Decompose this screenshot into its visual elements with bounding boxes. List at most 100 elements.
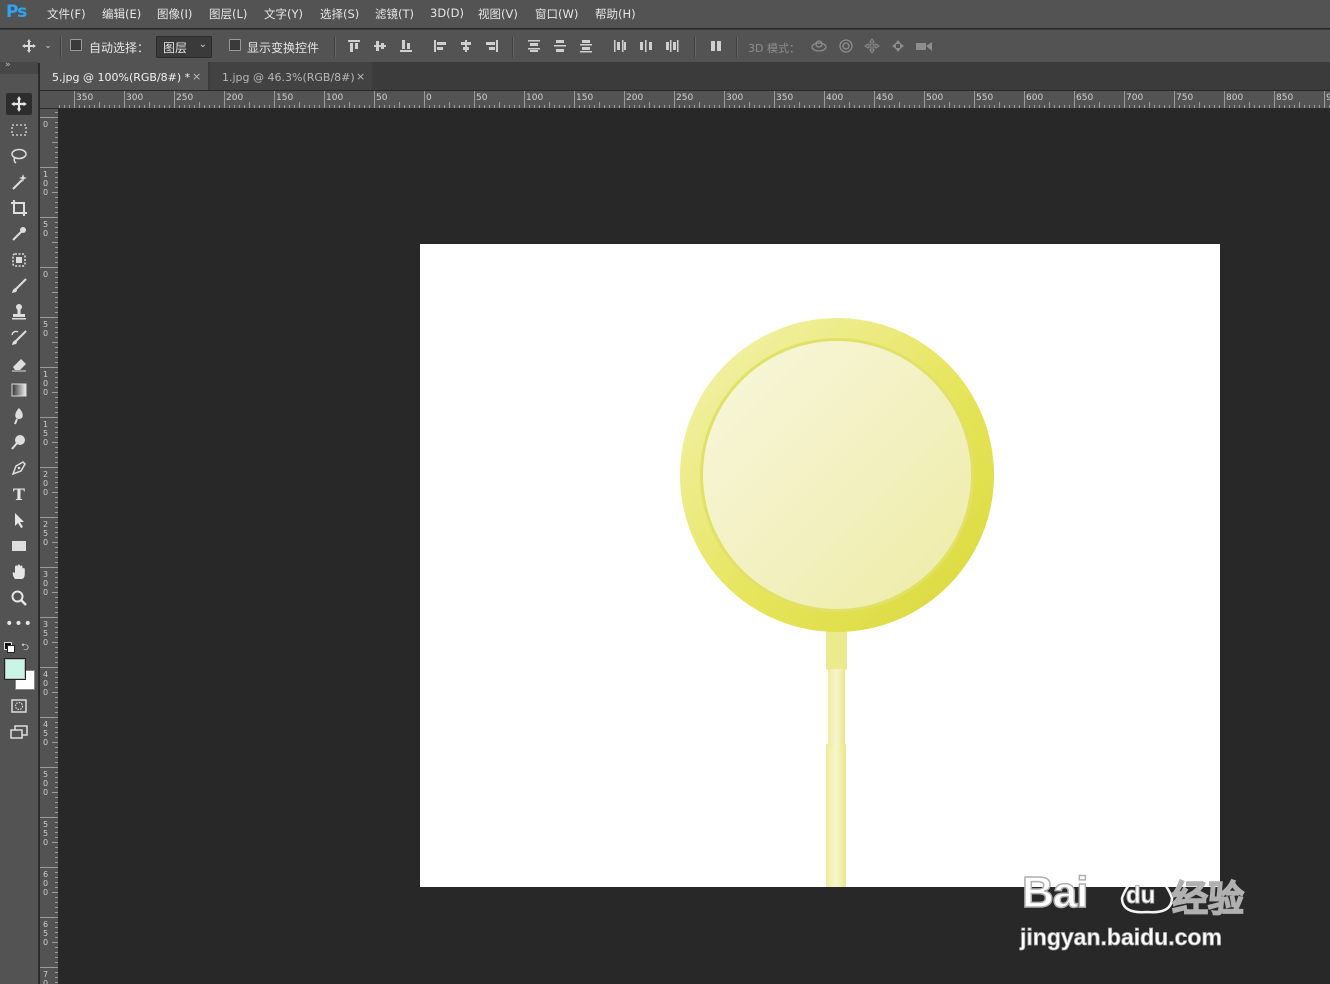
distribute-right-icon[interactable] [663, 37, 681, 55]
ruler-tick [1094, 105, 1095, 108]
ruler-tick [739, 105, 740, 108]
ruler-tick [55, 412, 58, 413]
screen-mode-tool[interactable] [6, 721, 32, 743]
double-chevron-icon[interactable]: » [5, 60, 11, 70]
tab-document-5[interactable]: 5.jpg @ 100%(RGB/8#) * × [40, 62, 208, 90]
more-tools[interactable]: ••• [5, 613, 32, 635]
crop-tool[interactable] [6, 197, 32, 219]
menu-select[interactable]: 选择(S) [320, 6, 359, 22]
tab-document-1[interactable]: 1.jpg @ 46.3%(RGB/8#) × [210, 62, 372, 90]
ruler-tick [944, 105, 945, 108]
menu-layer[interactable]: 图层(L) [209, 6, 247, 22]
eraser-tool[interactable] [6, 353, 32, 375]
scale-3d-icon[interactable] [913, 37, 935, 55]
distribute-top-icon[interactable] [525, 37, 543, 55]
tab-label: 1.jpg @ 46.3%(RGB/8#) [222, 71, 355, 84]
align-bottom-icon[interactable] [397, 37, 415, 55]
menu-type[interactable]: 文字(Y) [264, 6, 303, 22]
roll-3d-icon[interactable] [836, 37, 856, 55]
ruler-label: 0 [426, 93, 432, 103]
ruler-tick [55, 532, 58, 533]
auto-select-checkbox[interactable] [70, 39, 82, 51]
ruler-tick [40, 617, 58, 618]
ruler-tick [55, 857, 58, 858]
rotate-3d-icon[interactable] [808, 37, 830, 55]
show-transform-checkbox[interactable] [229, 39, 241, 51]
menu-edit[interactable]: 编辑(E) [102, 6, 141, 22]
horizontal-ruler[interactable]: 350 300 250 200 150 100 50 0 50 100 150 200 250 300 35… [58, 91, 1330, 109]
ruler-tick [799, 102, 800, 108]
chevron-down-icon[interactable]: ⌄ [42, 39, 54, 53]
foreground-color-swatch[interactable] [4, 658, 26, 680]
path-selection-tool[interactable] [6, 509, 32, 531]
ruler-tick [624, 91, 625, 108]
history-brush-tool[interactable] [6, 327, 32, 349]
ruler-tick [55, 847, 58, 848]
ruler-tick [55, 962, 58, 963]
menu-view[interactable]: 视图(V) [478, 6, 518, 22]
spot-healing-tool[interactable] [6, 249, 32, 271]
drag-3d-icon[interactable] [862, 37, 882, 55]
menu-3d[interactable]: 3D(D) [430, 6, 464, 20]
menu-help[interactable]: 帮助(H) [595, 6, 636, 22]
distribute-vertical-center-icon[interactable] [551, 37, 569, 55]
menu-window[interactable]: 窗口(W) [535, 6, 578, 22]
chevron-down-icon: ⌄ [198, 39, 207, 50]
ruler-label: 200 [226, 93, 244, 103]
distribute-left-icon[interactable] [611, 37, 629, 55]
distribute-horizontal-center-icon[interactable] [637, 37, 655, 55]
move-tool-preset-icon[interactable] [18, 36, 40, 56]
auto-select-target-dropdown[interactable]: 图层 ⌄ [156, 36, 212, 58]
ruler-label: 100 [326, 93, 344, 103]
ruler-tick [55, 132, 58, 133]
ruler-tick [55, 352, 58, 353]
ruler-tick [679, 105, 680, 108]
ruler-tick [649, 102, 650, 108]
magic-wand-tool[interactable] [6, 171, 32, 193]
marquee-tool[interactable] [6, 119, 32, 141]
dodge-tool[interactable] [6, 431, 32, 453]
align-left-icon[interactable] [431, 37, 449, 55]
pen-tool[interactable] [6, 457, 32, 479]
ruler-tick [299, 102, 300, 108]
rectangle-tool[interactable] [6, 535, 32, 557]
align-vertical-center-icon[interactable] [371, 37, 389, 55]
type-icon: T [13, 484, 25, 504]
align-top-icon[interactable] [345, 37, 363, 55]
hand-tool[interactable] [6, 561, 32, 583]
ruler-origin[interactable] [40, 91, 59, 109]
type-tool[interactable]: T [6, 483, 32, 505]
blur-tool[interactable] [6, 405, 32, 427]
align-horizontal-center-icon[interactable] [457, 37, 475, 55]
zoom-tool[interactable] [6, 587, 32, 609]
swap-colors-icon[interactable]: ⮌ [21, 640, 29, 657]
quick-mask-tool[interactable] [6, 695, 32, 717]
ruler-tick [629, 105, 630, 108]
auto-align-icon[interactable] [707, 37, 725, 55]
close-icon[interactable]: × [192, 70, 201, 83]
menu-image[interactable]: 图像(I) [157, 6, 192, 22]
clone-stamp-tool[interactable] [6, 301, 32, 323]
vertical-ruler[interactable]: 0100500501001502002503003504004505005506… [40, 109, 59, 984]
toolbar-collapse-strip[interactable]: » [0, 60, 38, 74]
ruler-tick [499, 102, 500, 108]
slide-3d-icon[interactable] [888, 37, 908, 55]
gradient-tool[interactable] [6, 379, 32, 401]
ruler-tick [1114, 105, 1115, 108]
default-colors-icon[interactable] [4, 642, 15, 653]
document-canvas[interactable] [420, 244, 1220, 887]
menu-filter[interactable]: 滤镜(T) [375, 6, 414, 22]
move-tool[interactable] [6, 93, 32, 115]
ps-logo[interactable]: Ps [6, 2, 32, 24]
align-right-icon[interactable] [483, 37, 501, 55]
ruler-tick [55, 727, 58, 728]
menu-file[interactable]: 文件(F) [47, 6, 86, 22]
close-icon[interactable]: × [356, 70, 365, 83]
ruler-tick [154, 105, 155, 108]
distribute-bottom-icon[interactable] [577, 37, 595, 55]
ruler-tick [184, 105, 185, 108]
brush-tool[interactable] [6, 275, 32, 297]
eyedropper-tool[interactable] [6, 223, 32, 245]
ruler-tick [55, 877, 58, 878]
lasso-tool[interactable] [6, 145, 32, 167]
